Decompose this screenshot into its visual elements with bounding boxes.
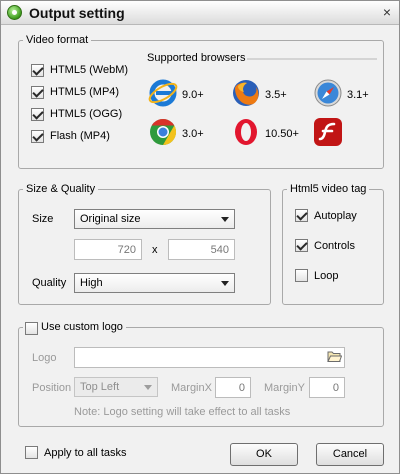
height-input[interactable]: 540 [168,239,235,260]
ok-button[interactable]: OK [230,443,298,466]
width-input[interactable]: 720 [74,239,142,260]
size-select[interactable]: Original size [74,209,235,229]
autoplay-checkbox[interactable] [295,209,308,222]
app-icon [7,5,22,20]
webm-checkbox[interactable] [31,64,44,77]
supported-browsers-title: Supported browsers [147,52,246,64]
chevron-down-icon [221,281,229,286]
marginx-input[interactable]: 0 [215,377,251,398]
size-quality-legend: Size & Quality [26,183,96,195]
mp4-checkbox[interactable] [31,86,44,99]
internet-explorer-icon [148,79,178,107]
ie-version: 9.0+ [182,89,204,101]
browsers-divider [247,58,377,60]
position-select-value: Top Left [80,381,120,393]
flash-checkbox[interactable] [31,130,44,143]
logo-path-input[interactable] [74,347,345,368]
flash-label: Flash (MP4) [50,130,110,142]
cancel-button[interactable]: Cancel [316,443,384,466]
mp4-label: HTML5 (MP4) [50,86,120,98]
apply-all-label: Apply to all tasks [44,447,127,459]
folder-icon[interactable] [327,350,342,363]
ogg-checkbox[interactable] [31,108,44,121]
video-format-legend: Video format [26,34,89,46]
firefox-icon [233,80,259,106]
loop-label: Loop [314,270,339,282]
logo-note: Note: Logo setting will take effect to a… [74,406,291,418]
quality-select[interactable]: High [74,273,235,293]
safari-icon [314,79,342,107]
size-select-value: Original size [80,213,141,225]
loop-checkbox[interactable] [295,269,308,282]
marginy-input[interactable]: 0 [309,377,345,398]
opera-version: 10.50+ [265,128,299,140]
video-tag-legend: Html5 video tag [290,183,367,195]
quality-select-value: High [80,277,103,289]
times-label: x [152,244,158,256]
webm-label: HTML5 (WebM) [50,64,129,76]
controls-checkbox[interactable] [295,239,308,252]
position-select[interactable]: Top Left [74,377,158,397]
position-label: Position [32,382,72,394]
quality-label: Quality [32,277,67,289]
custom-logo-legend: Use custom logo [23,321,126,333]
dialog-title: Output setting [29,5,125,21]
chevron-down-icon [144,385,152,390]
chrome-icon [150,118,177,146]
output-setting-dialog: Output setting × Video format HTML5 (Web… [0,0,400,474]
use-custom-logo-checkbox[interactable] [25,322,38,335]
firefox-version: 3.5+ [265,89,287,101]
chrome-version: 3.0+ [182,128,204,140]
chevron-down-icon [221,217,229,222]
custom-logo-legend-text: Use custom logo [41,321,123,333]
title-bar[interactable]: Output setting × [1,1,399,25]
opera-icon [235,119,257,145]
controls-label: Controls [314,240,355,252]
flash-icon [314,118,342,146]
autoplay-label: Autoplay [314,210,357,222]
logo-label: Logo [32,352,57,364]
safari-version: 3.1+ [347,89,369,101]
ogg-label: HTML5 (OGG) [50,108,123,120]
marginy-label: MarginY [264,382,305,394]
marginx-label: MarginX [171,382,212,394]
apply-all-checkbox[interactable] [25,446,38,459]
size-label: Size [32,213,54,225]
close-button[interactable]: × [383,4,391,20]
